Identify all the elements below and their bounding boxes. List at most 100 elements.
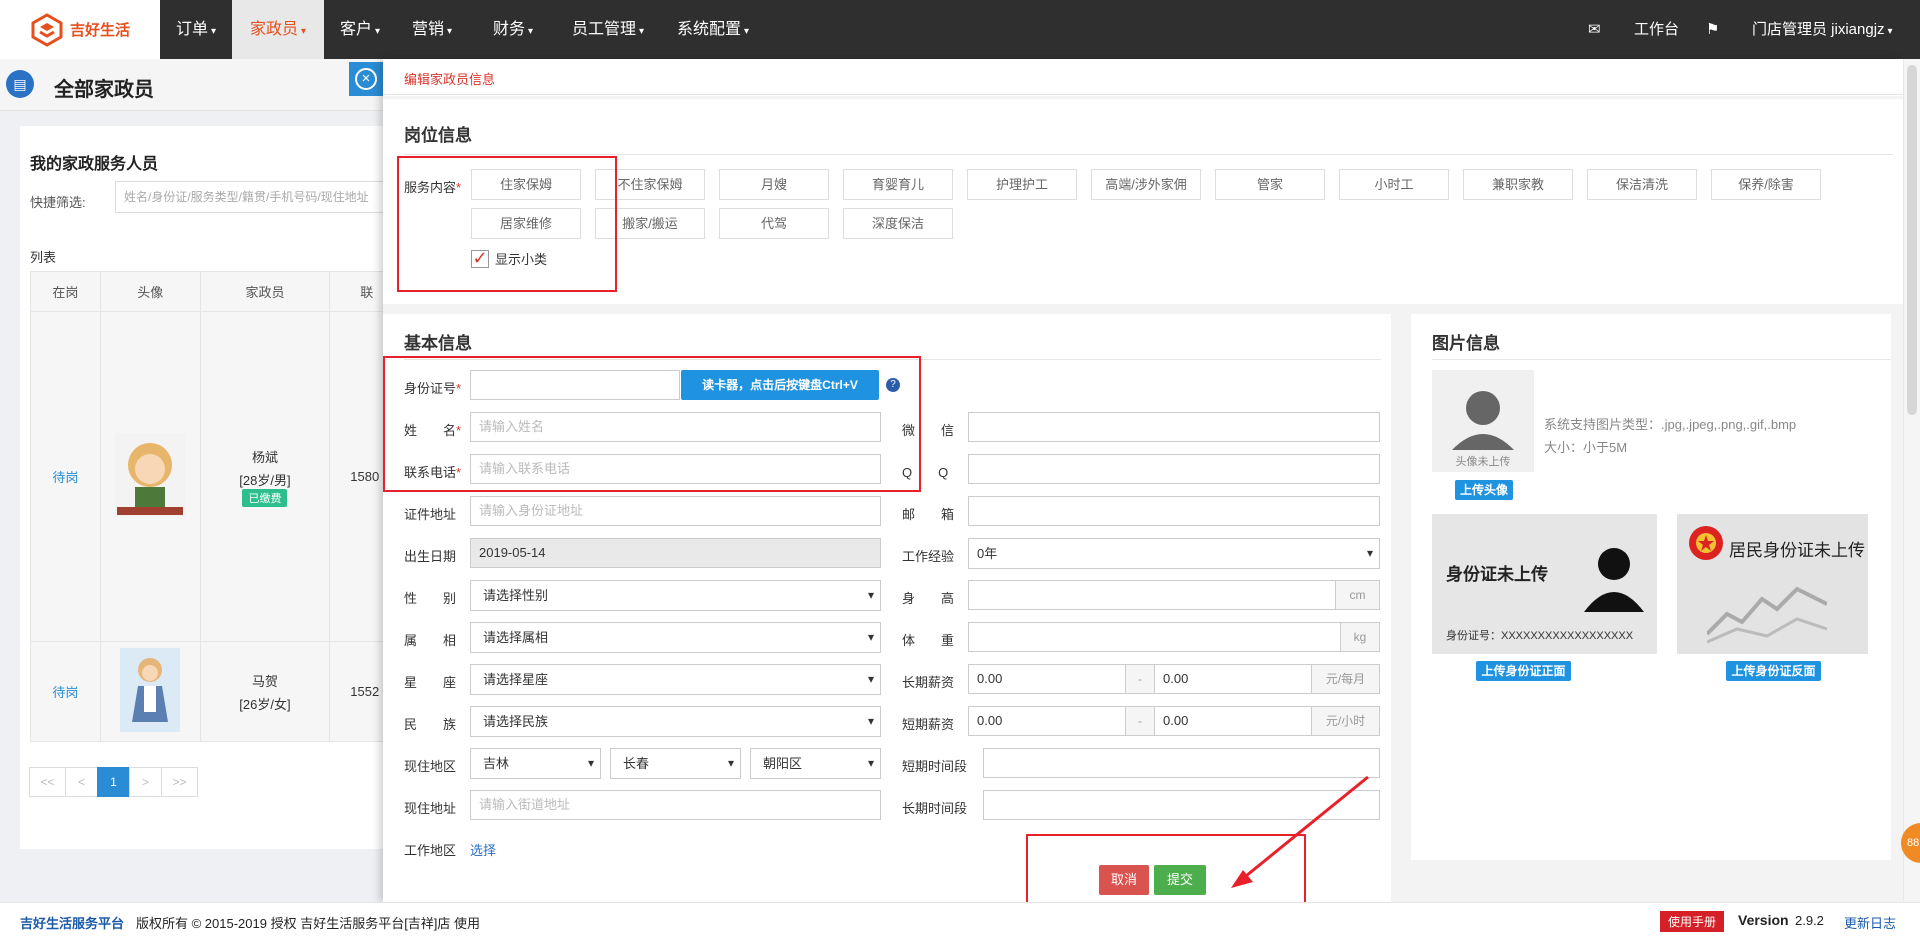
name-cell: 马贺 [26岁/女] <box>199 641 331 742</box>
address-input[interactable]: 请输入街道地址 <box>470 790 881 820</box>
work-area-select-link[interactable]: 选择 <box>470 840 496 859</box>
district-select[interactable]: 朝阳区 <box>750 748 881 779</box>
close-panel-button[interactable]: × <box>349 62 383 96</box>
changelog-link[interactable]: 更新日志 <box>1844 913 1896 932</box>
footer-brand[interactable]: 吉好生活服务平台 <box>20 913 124 932</box>
basic-info-title: 基本信息 <box>404 334 472 353</box>
city-select[interactable]: 长春 <box>610 748 741 779</box>
status-text[interactable]: 待岗 <box>52 470 78 485</box>
short-salary-min-input[interactable]: 0.00 <box>968 706 1126 736</box>
housekeeper-name: 杨斌 <box>251 449 278 465</box>
status-text[interactable]: 待岗 <box>52 685 78 700</box>
service-tag[interactable]: 月嫂 <box>719 169 829 200</box>
id-front-number: 身份证号：XXXXXXXXXXXXXXXXXX <box>1446 630 1634 642</box>
position-section: 岗位信息 服务内容* 住家保姆 不住家保姆 月嫂 育婴育儿 护理护工 高端/涉外… <box>383 99 1903 304</box>
footer: 吉好生活服务平台 版权所有 © 2015-2019 授权 吉好生活服务平台[吉祥… <box>0 902 1920 937</box>
page-title: 全部家政员 <box>54 79 154 101</box>
nav-settings[interactable]: 系统配置 ▾ <box>668 0 758 59</box>
zodiac-select[interactable]: 请选择属相 <box>470 622 881 653</box>
star-sign-select[interactable]: 请选择星座 <box>470 664 881 695</box>
great-wall-icon <box>1707 586 1827 644</box>
qq-input[interactable] <box>968 454 1380 484</box>
id-front-placeholder: 身份证未上传 身份证号：XXXXXXXXXXXXXXXXXX <box>1432 514 1657 654</box>
nav-customers-label: 客户 <box>339 21 372 38</box>
caret-down-icon: ▾ <box>210 26 217 37</box>
prev-page-button[interactable]: < <box>65 767 98 797</box>
service-tag[interactable]: 兼职家教 <box>1463 169 1573 200</box>
nav-customers[interactable]: 客户 ▾ <box>324 0 396 59</box>
housekeeper-table: 在岗 头像 家政员 联 待岗 杨斌 [28岁/男] 已缴费 1580 待岗 马贺… <box>30 271 383 742</box>
table-row[interactable]: 待岗 马贺 [26岁/女] 1552 <box>30 641 383 742</box>
service-tag[interactable]: 代驾 <box>719 208 829 239</box>
service-tag[interactable]: 管家 <box>1215 169 1325 200</box>
nav-user-menu[interactable]: 门店管理员 jixiangjz ▾ <box>1752 0 1893 59</box>
weight-input[interactable] <box>968 622 1341 652</box>
manual-button[interactable]: 使用手册 <box>1660 911 1725 932</box>
short-salary-max-input[interactable]: 0.00 <box>1154 706 1312 736</box>
wechat-input[interactable] <box>968 412 1380 442</box>
nav-staff[interactable]: 员工管理 ▾ <box>558 0 658 59</box>
range-dash: - <box>1125 664 1155 694</box>
height-input[interactable] <box>968 580 1336 610</box>
scrollbar-thumb[interactable] <box>1907 65 1917 415</box>
image-type-hint: 系统支持图片类型：.jpg,.jpeg,.png,.gif,.bmp <box>1544 417 1797 432</box>
brand-logo[interactable]: 吉好生活 <box>0 0 160 59</box>
table-row[interactable]: 待岗 杨斌 [28岁/男] 已缴费 1580 <box>30 311 383 642</box>
id-front-title: 身份证未上传 <box>1446 565 1548 584</box>
scrollbar[interactable] <box>1904 59 1920 902</box>
flag-icon[interactable]: ⚑ <box>1706 0 1719 59</box>
long-salary-min-input[interactable]: 0.00 <box>968 664 1126 694</box>
upload-id-front-button[interactable]: 上传身份证正面 <box>1476 661 1571 681</box>
birth-label: 出生日期 <box>404 549 457 564</box>
status-link[interactable]: 待岗 <box>30 641 101 742</box>
page-title-bar: ▤ 全部家政员 <box>0 59 383 111</box>
logo-text: 吉好生活 <box>70 22 131 39</box>
highlight-box <box>383 356 921 492</box>
service-tag[interactable]: 深度保洁 <box>843 208 953 239</box>
nav-marketing[interactable]: 营销 ▾ <box>396 0 468 59</box>
caret-down-icon: ▾ <box>527 26 534 37</box>
footer-copyright: 版权所有 © 2015-2019 授权 吉好生活服务平台[吉祥]店 使用 <box>136 916 481 931</box>
gender-select[interactable]: 请选择性别 <box>470 580 881 611</box>
nav-housekeepers[interactable]: 家政员 ▾ <box>232 0 324 59</box>
avatar <box>120 648 181 732</box>
nav-housekeepers-label: 家政员 <box>249 21 298 38</box>
nation-label: 民 族 <box>404 717 457 732</box>
mail-icon[interactable]: ✉ <box>1588 0 1601 59</box>
nav-settings-label: 系统配置 <box>676 21 741 38</box>
service-tag[interactable]: 高端/涉外家佣 <box>1091 169 1201 200</box>
long-salary-max-input[interactable]: 0.00 <box>1154 664 1312 694</box>
col-avatar: 头像 <box>99 271 201 312</box>
nation-select[interactable]: 请选择民族 <box>470 706 881 737</box>
modal-header: 编辑家政员信息 <box>383 59 1903 95</box>
first-page-button[interactable]: << <box>29 767 66 797</box>
province-select[interactable]: 吉林 <box>470 748 601 779</box>
avatar-cell <box>99 311 201 642</box>
service-tag[interactable]: 小时工 <box>1339 169 1449 200</box>
service-tag[interactable]: 护理护工 <box>967 169 1077 200</box>
upload-id-back-button[interactable]: 上传身份证反面 <box>1726 661 1821 681</box>
email-input[interactable] <box>968 496 1380 526</box>
nav-orders[interactable]: 订单 ▾ <box>160 0 232 59</box>
upload-avatar-button[interactable]: 上传头像 <box>1455 480 1513 500</box>
id-address-input[interactable]: 请输入身份证地址 <box>470 496 881 526</box>
nav-marketing-label: 营销 <box>411 21 444 38</box>
page-1-button[interactable]: 1 <box>97 767 130 797</box>
phone-cell: 1552 <box>329 641 383 742</box>
last-page-button[interactable]: >> <box>161 767 198 797</box>
service-tag[interactable]: 保养/除害 <box>1711 169 1821 200</box>
table-header: 在岗 头像 家政员 联 <box>30 271 383 312</box>
service-tag[interactable]: 育婴育儿 <box>843 169 953 200</box>
nav-finance[interactable]: 财务 ▾ <box>468 0 558 59</box>
birth-date-input[interactable]: 2019-05-14 <box>470 538 881 568</box>
status-link[interactable]: 待岗 <box>30 311 101 642</box>
experience-select[interactable]: 0年 <box>968 538 1380 569</box>
next-page-button[interactable]: > <box>129 767 162 797</box>
nav-workbench[interactable]: 工作台 <box>1634 0 1679 59</box>
quick-filter-input[interactable]: 姓名/身份证/服务类型/籍贯/手机号码/现住地址 <box>115 181 383 213</box>
star-sign-label: 星 座 <box>404 675 457 690</box>
book-icon: ▤ <box>6 70 34 98</box>
service-tag[interactable]: 保洁清洗 <box>1587 169 1697 200</box>
col-name: 家政员 <box>199 271 331 312</box>
nav-finance-label: 财务 <box>492 21 525 38</box>
